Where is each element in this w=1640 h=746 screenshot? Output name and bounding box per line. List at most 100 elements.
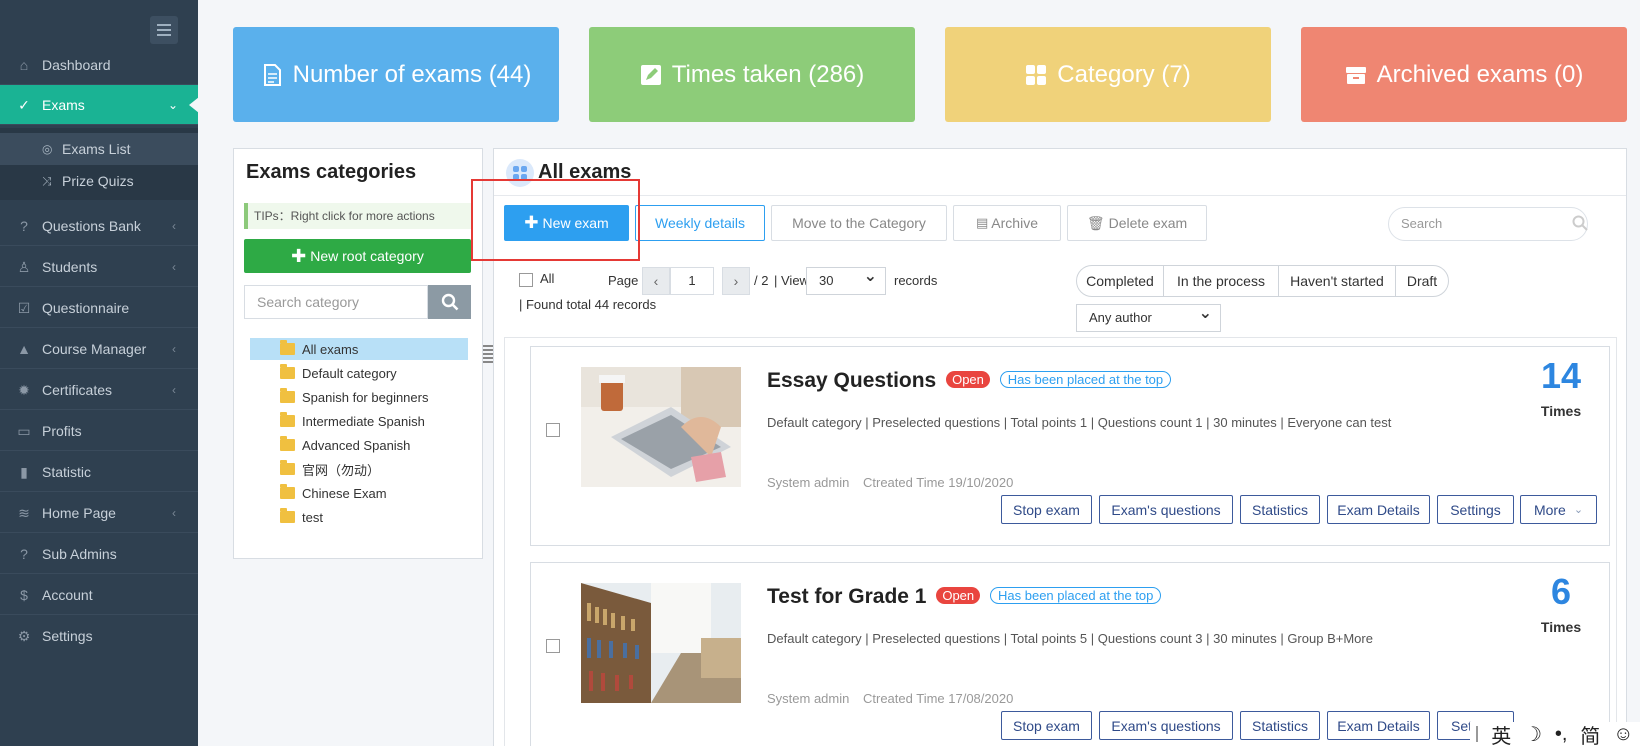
exam-card: Test for Grade 1 Open Has been placed at… bbox=[530, 562, 1610, 746]
search-icon bbox=[441, 293, 458, 311]
stat-card-label: Number of exams (44) bbox=[292, 60, 532, 88]
records-label: records bbox=[894, 273, 938, 288]
stat-card-archived[interactable]: Archived exams (0) bbox=[1301, 27, 1627, 122]
weekly-details-button[interactable]: Weekly details bbox=[635, 205, 765, 241]
exam-created: Ctreated Time 17/08/2020 bbox=[863, 691, 1014, 706]
stop-exam-button[interactable]: Stop exam bbox=[1001, 495, 1092, 524]
sidebar-item-label: Students bbox=[42, 258, 98, 275]
sidebar-item-label: Questions Bank bbox=[42, 217, 141, 234]
category-tree-item[interactable]: Default category bbox=[250, 362, 468, 384]
sidebar-item-questions-bank[interactable]: ? Questions Bank ‹ bbox=[0, 206, 198, 246]
page-number-input[interactable]: 1 bbox=[670, 267, 714, 295]
ime-toolbar[interactable]: 英 ☽ •, 简 ☺ bbox=[1470, 722, 1640, 746]
settings-button[interactable]: Settings bbox=[1437, 495, 1514, 524]
category-label: Spanish for beginners bbox=[302, 389, 429, 405]
category-tree-item[interactable]: Intermediate Spanish bbox=[250, 410, 468, 432]
statistics-button[interactable]: Statistics bbox=[1240, 711, 1320, 740]
card-icon: ▭ bbox=[17, 422, 31, 439]
question-icon: ? bbox=[20, 545, 28, 562]
user-icon: ♙ bbox=[17, 258, 31, 275]
status-badge: Open bbox=[946, 371, 990, 388]
menu-toggle-icon[interactable] bbox=[150, 16, 178, 44]
moon-icon[interactable]: ☽ bbox=[1524, 722, 1542, 746]
stat-card-category[interactable]: Category (7) bbox=[945, 27, 1271, 122]
more-button[interactable]: More ⌄ bbox=[1520, 495, 1597, 524]
search-input[interactable]: Search bbox=[1388, 207, 1588, 241]
select-all-checkbox[interactable] bbox=[519, 273, 533, 287]
exam-checkbox[interactable] bbox=[546, 639, 560, 653]
exam-title[interactable]: Essay Questions Open Has been placed at … bbox=[767, 369, 1172, 393]
filter-completed[interactable]: Completed bbox=[1076, 265, 1164, 297]
author-select[interactable]: Any author bbox=[1076, 301, 1221, 332]
sidebar-item-sub-admins[interactable]: ? Sub Admins bbox=[0, 534, 198, 574]
search-category-button[interactable] bbox=[428, 285, 471, 319]
ime-grip-icon bbox=[1476, 726, 1479, 742]
seal-icon: ✹ bbox=[18, 381, 30, 398]
sidebar-item-account[interactable]: $ Account bbox=[0, 575, 198, 615]
next-page-button[interactable]: › bbox=[722, 267, 750, 295]
exam-details-button[interactable]: Exam Details bbox=[1327, 495, 1430, 524]
search-icon bbox=[1572, 215, 1588, 231]
exam-details-button[interactable]: Exam Details bbox=[1327, 711, 1430, 740]
gear-icon: ⚙ bbox=[17, 628, 31, 644]
exam-title[interactable]: Test for Grade 1 Open Has been placed at… bbox=[767, 585, 1162, 609]
chevron-left-icon: ‹ bbox=[172, 341, 176, 356]
document-icon bbox=[261, 63, 283, 86]
category-tree-item[interactable]: All exams bbox=[250, 338, 468, 360]
archive-icon: ▤ bbox=[976, 215, 989, 230]
stop-exam-button[interactable]: Stop exam bbox=[1001, 711, 1092, 740]
sidebar-item-dashboard[interactable]: ⌂ Dashboard bbox=[0, 45, 198, 85]
exam-footer: System admin Ctreated Time 19/10/2020 bbox=[767, 475, 1013, 490]
exam-questions-button[interactable]: Exam's questions bbox=[1099, 711, 1233, 740]
plus-icon: ✚ bbox=[291, 245, 307, 266]
category-tree-item[interactable]: Chinese Exam bbox=[250, 482, 468, 504]
category-tree-item[interactable]: Advanced Spanish bbox=[250, 434, 468, 456]
sidebar-item-course-manager[interactable]: ▲ Course Manager ‹ bbox=[0, 329, 198, 369]
trash-icon: 🗑 bbox=[1086, 214, 1105, 231]
delete-exam-button[interactable]: 🗑 Delete exam bbox=[1067, 205, 1207, 241]
shuffle-icon: ⤨ bbox=[42, 173, 52, 188]
search-category-input[interactable]: Search category bbox=[244, 285, 428, 319]
sidebar-item-statistic[interactable]: ▮ Statistic bbox=[0, 452, 198, 492]
home-icon: ⌂ bbox=[19, 56, 29, 73]
new-root-category-button[interactable]: ✚ New root category bbox=[244, 239, 471, 273]
punctuation-icon[interactable]: •, bbox=[1555, 723, 1568, 746]
per-page-select[interactable]: 30 bbox=[806, 264, 886, 295]
move-to-category-button[interactable]: Move to the Category bbox=[771, 205, 947, 241]
sidebar-subitem-exams-list[interactable]: ◎ Exams List bbox=[0, 133, 198, 165]
category-tree-item[interactable]: test bbox=[250, 506, 468, 528]
exam-thumbnail[interactable] bbox=[581, 583, 741, 703]
tips-text: TIPs：Right click for more actions bbox=[244, 203, 471, 229]
resize-handle-icon[interactable] bbox=[483, 345, 493, 365]
sidebar-item-exams[interactable]: ✓ Exams ⌄ bbox=[0, 85, 199, 125]
sidebar-item-settings[interactable]: ⚙ Settings bbox=[0, 616, 198, 656]
sidebar-item-students[interactable]: ♙ Students ‹ bbox=[0, 247, 198, 287]
sidebar-subitem-prize-quizs[interactable]: ⤨ Prize Quizs bbox=[0, 165, 198, 197]
category-tree-item[interactable]: Spanish for beginners bbox=[250, 386, 468, 408]
checkbox-icon: ☑ bbox=[17, 299, 31, 316]
emoji-icon[interactable]: ☺ bbox=[1613, 723, 1633, 746]
exam-checkbox[interactable] bbox=[546, 423, 560, 437]
stat-card-exams[interactable]: Number of exams (44) bbox=[233, 27, 559, 122]
filter-draft[interactable]: Draft bbox=[1395, 265, 1449, 297]
statistics-button[interactable]: Statistics bbox=[1240, 495, 1320, 524]
sidebar-item-label: Exams bbox=[42, 96, 85, 113]
ime-lang-toggle[interactable]: 英 bbox=[1491, 720, 1511, 746]
sidebar-item-home-page[interactable]: ≋ Home Page ‹ bbox=[0, 493, 198, 533]
chevron-left-icon: ‹ bbox=[172, 382, 176, 397]
ime-simplified-toggle[interactable]: 简 bbox=[1580, 720, 1600, 746]
archive-button[interactable]: ▤ Archive bbox=[953, 205, 1061, 241]
sidebar-item-certificates[interactable]: ✹ Certificates ‹ bbox=[0, 370, 198, 410]
times-label: Times bbox=[1540, 619, 1582, 635]
stat-card-times-taken[interactable]: Times taken (286) bbox=[589, 27, 915, 122]
sidebar-item-questionnaire[interactable]: ☑ Questionnaire bbox=[0, 288, 198, 328]
filter-in-process[interactable]: In the process bbox=[1163, 265, 1279, 297]
sidebar-item-profits[interactable]: ▭ Profits bbox=[0, 411, 198, 451]
exam-thumbnail[interactable] bbox=[581, 367, 741, 487]
filter-havent-started[interactable]: Haven't started bbox=[1278, 265, 1396, 297]
prev-page-button[interactable]: ‹ bbox=[642, 267, 670, 295]
sidebar-item-label: Account bbox=[42, 586, 93, 603]
exam-questions-button[interactable]: Exam's questions bbox=[1099, 495, 1233, 524]
times-label: Times bbox=[1540, 403, 1582, 419]
category-tree-item[interactable]: 官网（勿动） bbox=[250, 458, 468, 480]
